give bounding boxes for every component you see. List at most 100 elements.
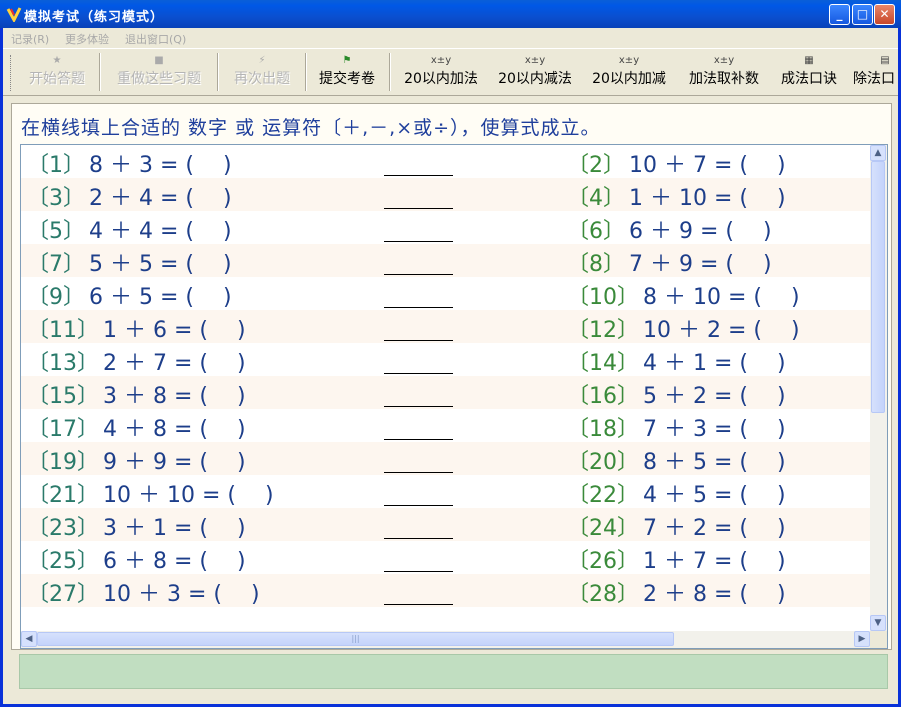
answer-blank-line[interactable] xyxy=(384,175,453,176)
redo-exercises-button[interactable]: ■ 重做这些习题 xyxy=(107,53,211,93)
menu-record[interactable]: 记录(R) xyxy=(11,31,49,47)
question-right: 〔12〕 10 ＋ 2 = ( ) xyxy=(567,312,800,344)
subtract-within-20-button[interactable]: x±y 20以内减法 xyxy=(491,53,579,93)
question-expression[interactable]: 4 ＋ 1 = ( ) xyxy=(643,351,786,376)
question-left: 〔27〕 10 ＋ 3 = ( ) xyxy=(27,576,260,608)
question-left: 〔25〕 6 ＋ 8 = ( ) xyxy=(27,543,246,575)
question-row: 〔21〕 10 ＋ 10 = ( ) 〔22〕 4 ＋ 5 = ( ) xyxy=(21,475,870,508)
question-expression[interactable]: 7 ＋ 2 = ( ) xyxy=(643,516,786,541)
question-expression[interactable]: 6 ＋ 9 = ( ) xyxy=(629,219,772,244)
horizontal-scrollbar[interactable]: ◀ ||| ▶ xyxy=(21,631,870,648)
vertical-scroll-thumb[interactable] xyxy=(871,161,885,413)
scroll-down-button[interactable]: ▼ xyxy=(870,615,886,631)
question-row: 〔27〕 10 ＋ 3 = ( ) 〔28〕 2 ＋ 8 = ( ) xyxy=(21,574,870,607)
question-expression[interactable]: 10 ＋ 10 = ( ) xyxy=(103,483,274,508)
question-expression[interactable]: 4 ＋ 5 = ( ) xyxy=(643,483,786,508)
scroll-right-button[interactable]: ▶ xyxy=(854,631,870,647)
submit-exam-button[interactable]: ⚑ 提交考卷 xyxy=(311,53,383,93)
question-expression[interactable]: 8 ＋ 5 = ( ) xyxy=(643,450,786,475)
formula-icon: x±y xyxy=(524,55,546,66)
answer-blank-line[interactable] xyxy=(384,373,453,374)
question-expression[interactable]: 9 ＋ 9 = ( ) xyxy=(103,450,246,475)
question-expression[interactable]: 1 ＋ 6 = ( ) xyxy=(103,318,246,343)
question-expression[interactable]: 2 ＋ 7 = ( ) xyxy=(103,351,246,376)
question-expression[interactable]: 4 ＋ 8 = ( ) xyxy=(103,417,246,442)
question-expression[interactable]: 10 ＋ 7 = ( ) xyxy=(629,153,786,178)
status-bar xyxy=(19,654,888,689)
answer-blank-line[interactable] xyxy=(384,340,453,341)
menu-exit[interactable]: 退出窗口(Q) xyxy=(125,31,186,47)
scroll-left-button[interactable]: ◀ xyxy=(21,631,37,647)
question-expression[interactable]: 3 ＋ 1 = ( ) xyxy=(103,516,246,541)
question-number: 〔13〕 xyxy=(27,351,99,376)
answer-blank-line[interactable] xyxy=(384,472,453,473)
question-left: 〔17〕 4 ＋ 8 = ( ) xyxy=(27,411,246,443)
window-title: 模拟考试（练习模式） xyxy=(24,10,165,25)
addition-complement-label: 加法取补数 xyxy=(689,71,759,87)
toolbar: ★ 开始答题 ■ 重做这些习题 ⚡ 再次出题 ⚑ 提交考卷 x±y 20以内加法… xyxy=(3,48,898,96)
answer-blank-line[interactable] xyxy=(384,406,453,407)
question-expression[interactable]: 8 ＋ 10 = ( ) xyxy=(643,285,800,310)
add-subtract-within-20-button[interactable]: x±y 20以内加减 xyxy=(585,53,673,93)
question-expression[interactable]: 5 ＋ 2 = ( ) xyxy=(643,384,786,409)
question-expression[interactable]: 10 ＋ 3 = ( ) xyxy=(103,582,260,607)
question-expression[interactable]: 3 ＋ 8 = ( ) xyxy=(103,384,246,409)
close-button[interactable]: ✕ xyxy=(874,4,895,25)
answer-blank-line[interactable] xyxy=(384,571,453,572)
answer-blank-line[interactable] xyxy=(384,604,453,605)
question-row: 〔7〕 5 ＋ 5 = ( ) 〔8〕 7 ＋ 9 = ( ) xyxy=(21,244,870,277)
question-expression[interactable]: 10 ＋ 2 = ( ) xyxy=(643,318,800,343)
question-right: 〔8〕 7 ＋ 9 = ( ) xyxy=(567,246,772,278)
question-expression[interactable]: 2 ＋ 8 = ( ) xyxy=(643,582,786,607)
answer-blank-line[interactable] xyxy=(384,307,453,308)
multiplication-table-label: 成法口诀 xyxy=(781,71,837,87)
answer-blank-line[interactable] xyxy=(384,538,453,539)
maximize-button[interactable]: □ xyxy=(852,4,873,25)
question-right: 〔16〕 5 ＋ 2 = ( ) xyxy=(567,378,786,410)
start-answer-button[interactable]: ★ 开始答题 xyxy=(21,53,93,93)
regenerate-button[interactable]: ⚡ 再次出题 xyxy=(225,53,299,93)
vertical-scrollbar[interactable]: ▲ ▼ xyxy=(870,145,887,631)
question-expression[interactable]: 1 ＋ 7 = ( ) xyxy=(643,549,786,574)
question-expression[interactable]: 5 ＋ 5 = ( ) xyxy=(89,252,232,277)
scroll-up-button[interactable]: ▲ xyxy=(870,145,886,161)
toolbar-separator xyxy=(217,53,219,91)
answer-blank-line[interactable] xyxy=(384,505,453,506)
answer-blank-line[interactable] xyxy=(384,274,453,275)
menu-more[interactable]: 更多体验 xyxy=(65,31,109,47)
question-row: 〔11〕 1 ＋ 6 = ( ) 〔12〕 10 ＋ 2 = ( ) xyxy=(21,310,870,343)
question-expression[interactable]: 8 ＋ 3 = ( ) xyxy=(89,153,232,178)
question-list[interactable]: 〔1〕 8 ＋ 3 = ( ) 〔2〕 10 ＋ 7 = ( ) 〔3〕 2 ＋ 4 = … xyxy=(20,144,888,649)
question-expression[interactable]: 6 ＋ 5 = ( ) xyxy=(89,285,232,310)
question-number: 〔22〕 xyxy=(567,483,639,508)
app-window: 模拟考试（练习模式） _ □ ✕ 记录(R) 更多体验 退出窗口(Q) ★ 开始… xyxy=(0,0,901,707)
question-number: 〔8〕 xyxy=(567,252,625,277)
question-expression[interactable]: 7 ＋ 9 = ( ) xyxy=(629,252,772,277)
question-expression[interactable]: 7 ＋ 3 = ( ) xyxy=(643,417,786,442)
question-right: 〔14〕 4 ＋ 1 = ( ) xyxy=(567,345,786,377)
question-number: 〔7〕 xyxy=(27,252,85,277)
question-expression[interactable]: 4 ＋ 4 = ( ) xyxy=(89,219,232,244)
answer-blank-line[interactable] xyxy=(384,241,453,242)
minimize-button[interactable]: _ xyxy=(829,4,850,25)
multiplication-table-button[interactable]: ▦ 成法口诀 xyxy=(773,53,845,93)
question-expression[interactable]: 2 ＋ 4 = ( ) xyxy=(89,186,232,211)
title-bar[interactable]: 模拟考试（练习模式） _ □ ✕ xyxy=(0,0,901,28)
question-number: 〔28〕 xyxy=(567,582,639,607)
add-within-20-button[interactable]: x±y 20以内加法 xyxy=(397,53,485,93)
question-expression[interactable]: 1 ＋ 10 = ( ) xyxy=(629,186,786,211)
start-icon: ★ xyxy=(52,55,62,66)
question-number: 〔24〕 xyxy=(567,516,639,541)
redo-exercises-label: 重做这些习题 xyxy=(117,71,201,87)
toolbar-grip[interactable] xyxy=(10,55,14,91)
scrollbar-corner xyxy=(870,631,887,648)
answer-blank-line[interactable] xyxy=(384,439,453,440)
division-table-button[interactable]: ▤ 除法口 xyxy=(849,53,898,93)
answer-blank-line[interactable] xyxy=(384,208,453,209)
horizontal-scroll-thumb[interactable]: ||| xyxy=(37,632,674,646)
addition-complement-button[interactable]: x±y 加法取补数 xyxy=(679,53,769,93)
question-expression[interactable]: 6 ＋ 8 = ( ) xyxy=(103,549,246,574)
question-right: 〔28〕 2 ＋ 8 = ( ) xyxy=(567,576,786,608)
question-number: 〔5〕 xyxy=(27,219,85,244)
question-number: 〔2〕 xyxy=(567,153,625,178)
